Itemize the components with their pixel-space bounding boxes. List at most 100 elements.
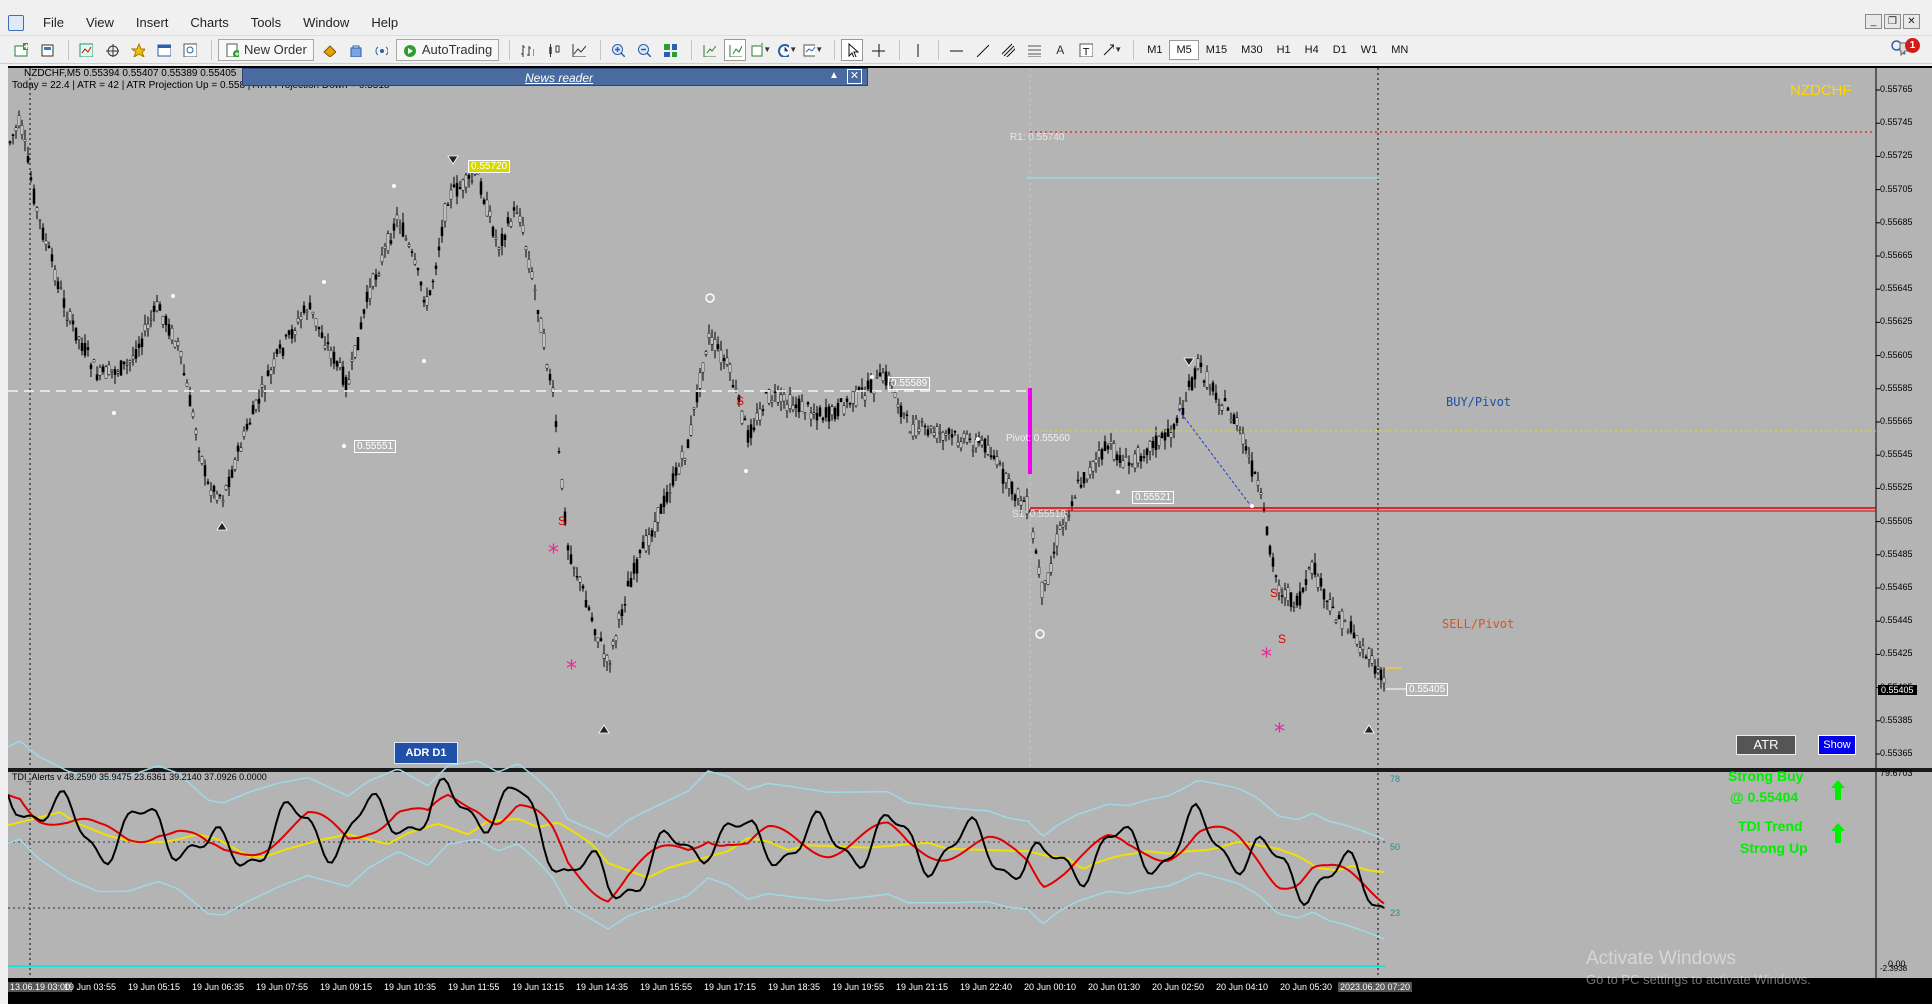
data-window-button[interactable] [101,39,123,61]
close-icon[interactable]: ✕ [1903,14,1920,29]
adr-d1-button[interactable]: ADR D1 [394,742,458,764]
candle-body [437,246,441,251]
tile-windows-button[interactable] [659,39,681,61]
candle-body [221,500,225,503]
timeframe-m5[interactable]: M5 [1169,39,1199,60]
timeframe-h1[interactable]: H1 [1270,40,1298,60]
profiles-button[interactable] [36,39,58,61]
menu-charts[interactable]: Charts [179,15,239,30]
timeframe-m1[interactable]: M1 [1140,40,1169,60]
crosshair-button[interactable] [867,39,889,61]
chart-shift-button[interactable] [698,39,720,61]
timeframe-mn[interactable]: MN [1384,40,1415,60]
timeframe-m30[interactable]: M30 [1234,40,1269,60]
navigator-button[interactable] [127,39,149,61]
candle-body [1010,481,1014,495]
trendline-button[interactable] [971,39,993,61]
text-label-button[interactable]: T [1075,39,1097,61]
candle-body [488,210,492,217]
candle-body [587,607,591,611]
pane-separator[interactable] [8,768,1932,772]
candle-body [194,429,198,435]
candle-body [728,363,732,373]
new-chart-button[interactable] [10,39,32,61]
market-watch-button[interactable] [75,39,97,61]
arrows-button[interactable]: ▼ [1101,39,1123,61]
auto-trading-icon [403,44,416,57]
show-button[interactable]: Show [1818,735,1856,755]
timeframe-m15[interactable]: M15 [1199,40,1234,60]
collapse-icon[interactable]: ▲ [829,70,839,81]
restore-icon[interactable]: ❐ [1884,14,1901,29]
bar-chart-button[interactable] [516,39,538,61]
fibonacci-button[interactable] [1023,39,1045,61]
candle-body [47,245,51,248]
time-axis-label: 19 Jun 21:15 [896,982,949,992]
candle-body [1289,592,1293,607]
auto-trading-button[interactable]: AutoTrading [395,38,500,61]
chart-canvas[interactable]: * * * * [8,66,1932,1004]
news-reader-bar[interactable]: News reader ▲ ✕ [242,68,868,86]
strategy-tester-button[interactable] [179,39,201,61]
text-a-icon: A [1056,42,1065,57]
indicators-button[interactable]: ▼ [750,39,772,61]
zoom-out-button[interactable] [633,39,655,61]
vertical-line-button[interactable] [906,39,928,61]
candle-body [83,343,87,356]
candle-body [905,414,909,417]
candle-body [152,305,156,312]
text-button[interactable]: A [1049,39,1071,61]
menu-insert[interactable]: Insert [125,15,180,30]
candle-body [620,609,624,617]
candle-body [878,372,882,377]
close-icon[interactable]: ✕ [847,69,862,84]
horizontal-line-button[interactable] [945,39,967,61]
market-button[interactable] [344,39,366,61]
candle-body [1220,405,1224,411]
candle-body [260,384,264,388]
main-chart-area[interactable] [8,68,1876,768]
signals-button[interactable] [318,39,340,61]
candle-body [1013,494,1017,501]
timeframe-w1[interactable]: W1 [1354,40,1385,60]
atr-button[interactable]: ATR [1736,735,1796,755]
channel-button[interactable] [997,39,1019,61]
candle-body [1202,380,1206,383]
zoom-in-button[interactable] [607,39,629,61]
candle-body [278,344,282,349]
candle-body [434,265,438,269]
autoscroll-button[interactable] [724,38,747,61]
candle-body [920,421,924,423]
terminal-button[interactable] [153,39,175,61]
candle-body [683,458,687,461]
notifications-button[interactable]: 1 [1898,38,1920,58]
candle-body [584,599,588,608]
templates-button[interactable]: ▼ [802,39,824,61]
candle-body [698,372,702,389]
timeframe-h4[interactable]: H4 [1298,40,1326,60]
menu-help[interactable]: Help [360,15,409,30]
periods-button[interactable]: ▼ [776,39,798,61]
menu-window[interactable]: Window [292,15,360,30]
candle-body [305,310,309,313]
minimize-icon[interactable]: _ [1865,14,1882,29]
menu-tools[interactable]: Tools [240,15,292,30]
candle-body [41,227,45,240]
line-chart-button[interactable] [568,39,590,61]
cursor-button[interactable] [841,38,864,61]
menu-bar: File View Insert Charts Tools Window Hel… [0,10,1932,36]
timeframe-d1[interactable]: D1 [1326,40,1354,60]
menu-view[interactable]: View [75,15,125,30]
price-axis-label: 0.55685 [1880,216,1913,227]
candle-body [1142,456,1146,458]
menu-file[interactable]: File [32,15,75,30]
candle-body [515,212,519,214]
time-axis-label: 19 Jun 05:15 [128,982,181,992]
candle-body [440,226,444,236]
candlestick-button[interactable] [542,39,564,61]
signal-radio-button[interactable] [370,39,392,61]
candle-body [485,199,489,217]
candle-body [839,398,843,403]
magenta-star-icon: * [1274,720,1285,745]
new-order-button[interactable]: New Order [218,38,314,61]
